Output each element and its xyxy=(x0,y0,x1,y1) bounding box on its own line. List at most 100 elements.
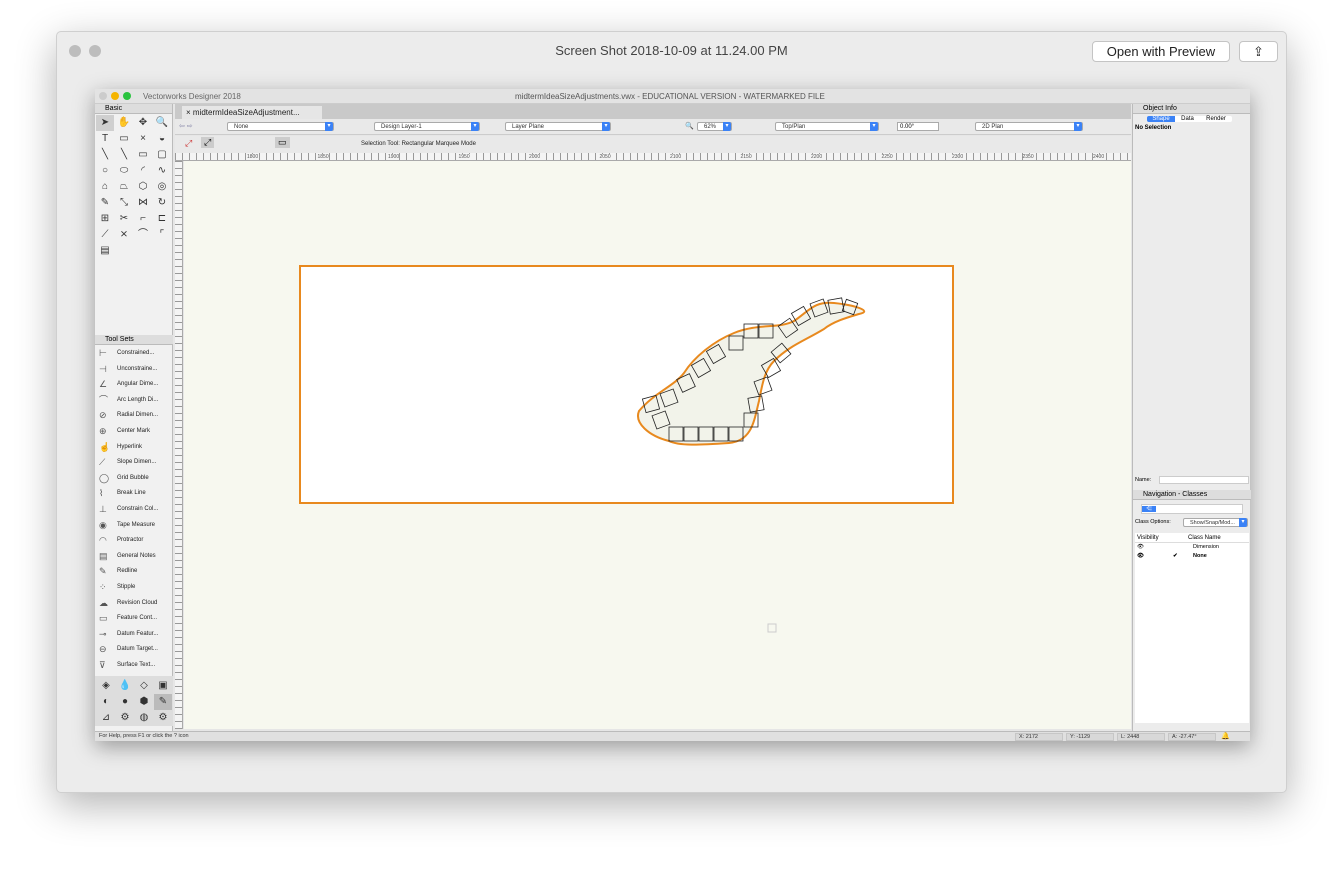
dims-notes-icon[interactable]: ✎ xyxy=(154,694,172,710)
mode-icon[interactable]: ⤢ xyxy=(185,138,192,149)
tool-set-item[interactable]: ⊘ Radial Dimen... xyxy=(95,408,167,424)
detailing-icon[interactable]: ⬢ xyxy=(135,694,153,710)
tool-set-item[interactable]: ☁ Revision Cloud xyxy=(95,596,167,612)
symbol-tool-icon[interactable]: ◒ xyxy=(153,131,171,147)
navigation-header: Navigation - Classes xyxy=(1133,490,1251,500)
split-tool-icon[interactable]: ✂ xyxy=(115,211,133,227)
name-input[interactable] xyxy=(1159,476,1249,484)
tool-set-item[interactable]: ⌒ Arc Length Di... xyxy=(95,393,167,409)
connect-tool-icon[interactable]: ⌜ xyxy=(153,227,171,243)
minimize-button[interactable] xyxy=(111,92,119,100)
flyover-tool-icon[interactable]: ✥ xyxy=(134,115,152,131)
locus-tool-icon[interactable]: × xyxy=(134,131,152,147)
rotate-tool-icon[interactable]: ↻ xyxy=(153,195,171,211)
plane-dropdown[interactable]: Layer Plane xyxy=(505,122,611,131)
zoom-tool-icon[interactable]: 🔍 xyxy=(153,115,171,131)
table-row[interactable]: 👁 ✔ None xyxy=(1135,552,1249,561)
ruler-label: 2350 xyxy=(1022,154,1034,160)
tab-data[interactable]: Data xyxy=(1175,116,1200,122)
trim-tool-icon[interactable]: ⨯ xyxy=(115,227,133,243)
landscape-icon[interactable]: 💧 xyxy=(116,678,134,694)
polyline-tool-icon[interactable]: ⌂ xyxy=(96,179,114,195)
3d-modeling-icon[interactable]: ⊿ xyxy=(97,710,115,726)
arc-tool-icon[interactable]: ◜ xyxy=(134,163,152,179)
document-tab[interactable]: × midtermIdeaSizeAdjustment... xyxy=(182,106,322,119)
circle-tool-icon[interactable]: ○ xyxy=(96,163,114,179)
polygon-tool-icon[interactable]: ⏢ xyxy=(115,179,133,195)
double-line-tool-icon[interactable]: ╲ xyxy=(115,147,133,163)
tool-set-item[interactable]: ⊖ Datum Target... xyxy=(95,642,167,658)
selection-tool-icon[interactable]: ➤ xyxy=(96,115,114,131)
column-class-name[interactable]: Class Name xyxy=(1188,533,1221,542)
machine-design-icon[interactable]: ⚙ xyxy=(116,710,134,726)
tab-shape[interactable]: Shape xyxy=(1147,116,1175,122)
tool-set-item[interactable]: ✎ Redline xyxy=(95,564,167,580)
table-row[interactable]: 👁 Dimension xyxy=(1135,543,1249,552)
viewport-tool-icon[interactable]: ▤ xyxy=(96,243,114,259)
tool-set-item[interactable]: ⟋ Slope Dimen... xyxy=(95,455,167,471)
tool-set-item[interactable]: ⊕ Center Mark xyxy=(95,424,167,440)
eyedropper-tool-icon[interactable]: ✎ xyxy=(96,195,114,211)
surface-text-icon: ⊽ xyxy=(99,659,106,670)
rect-marquee-icon[interactable]: ▭ xyxy=(275,137,290,148)
mode-icon[interactable]: ⤢ xyxy=(201,137,215,148)
furnishing-icon[interactable]: ▣ xyxy=(154,678,172,694)
pan-tool-icon[interactable]: ✋ xyxy=(115,115,133,131)
clip-tool-icon[interactable]: ⊏ xyxy=(153,211,171,227)
tool-set-item[interactable]: ∠ Angular Dime... xyxy=(95,377,167,393)
oval-tool-icon[interactable]: ⬭ xyxy=(115,163,133,179)
gear-icon[interactable]: ⚙ xyxy=(154,710,172,726)
tool-set-item[interactable]: ◉ Tape Measure xyxy=(95,518,167,534)
share-button[interactable]: ⇪ xyxy=(1239,41,1278,62)
rotation-field[interactable]: 0.00° xyxy=(897,122,939,131)
tool-set-item[interactable]: ⊢ Constrained... xyxy=(95,346,167,362)
ruler-label: 1850 xyxy=(317,154,329,160)
tool-set-item[interactable]: ⊥ Constrain Col... xyxy=(95,502,167,518)
regular-polygon-icon[interactable]: ⬡ xyxy=(134,179,152,195)
class-options-dropdown[interactable]: Show/Snap/Mod... xyxy=(1183,518,1248,527)
tool-set-item[interactable]: ⊸ Datum Featur... xyxy=(95,627,167,643)
layer-dropdown[interactable]: Design Layer-1 xyxy=(374,122,480,131)
tool-set-item[interactable]: ⊽ Surface Text... xyxy=(95,658,167,674)
attribute-mapping-icon[interactable]: ⤡ xyxy=(115,195,133,211)
back-icon[interactable]: ⇦ ⇨ xyxy=(179,122,193,130)
view-dropdown[interactable]: Top/Plan xyxy=(775,122,879,131)
zoom-dropdown[interactable]: 62% xyxy=(697,122,732,131)
rectangle-tool-icon[interactable]: ▭ xyxy=(134,147,152,163)
callout-tool-icon[interactable]: ▭ xyxy=(115,131,133,147)
tab-render[interactable]: Render xyxy=(1200,116,1232,122)
column-visibility[interactable]: Visibility xyxy=(1135,533,1188,542)
zoom-button[interactable] xyxy=(123,92,131,100)
open-with-preview-button[interactable]: Open with Preview xyxy=(1092,41,1230,62)
classes-icon[interactable]: ⋲ xyxy=(1142,506,1156,512)
tool-set-item[interactable]: ▭ Feature Cont... xyxy=(95,611,167,627)
ruler-label: 2000 xyxy=(529,154,541,160)
spiral-tool-icon[interactable]: ◎ xyxy=(153,179,171,195)
offset-tool-icon[interactable]: ⊞ xyxy=(96,211,114,227)
class-dropdown[interactable]: None xyxy=(227,122,334,131)
building-shell-icon[interactable]: ◇ xyxy=(135,678,153,694)
rounded-rect-tool-icon[interactable]: ▢ xyxy=(153,147,171,163)
site-planning-icon[interactable]: ◈ xyxy=(97,678,115,694)
view-bar: ⇦ ⇨ None Design Layer-1 Layer Plane 🔍 62… xyxy=(175,119,1131,135)
drawing-canvas[interactable] xyxy=(184,161,1131,729)
alert-icon[interactable]: 🔔 xyxy=(1221,732,1230,740)
chamfer-tool-icon[interactable]: ⌒ xyxy=(134,227,152,243)
mirror-tool-icon[interactable]: ⋈ xyxy=(134,195,152,211)
tool-set-item[interactable]: ▤ General Notes xyxy=(95,549,167,565)
tool-set-item[interactable]: ⊣ Unconstraine... xyxy=(95,362,167,378)
visualization-icon[interactable]: ◐ xyxy=(97,694,115,710)
line-tool-icon[interactable]: ╲ xyxy=(96,147,114,163)
text-tool-icon[interactable]: T xyxy=(96,131,114,147)
tool-set-item[interactable]: ☝ Hyperlink xyxy=(95,440,167,456)
reshape-tool-icon[interactable]: ⟋ xyxy=(96,227,114,243)
tool-set-item[interactable]: ⌇ Break Line xyxy=(95,486,167,502)
freehand-tool-icon[interactable]: ∿ xyxy=(153,163,171,179)
tool-set-item[interactable]: ⁘ Stipple xyxy=(95,580,167,596)
lighting-icon[interactable]: ● xyxy=(116,694,134,710)
fasteners-icon[interactable]: ◍ xyxy=(135,710,153,726)
render-dropdown[interactable]: 2D Plan xyxy=(975,122,1083,131)
fillet-tool-icon[interactable]: ⌐ xyxy=(134,211,152,227)
tool-set-item[interactable]: ◠ Protractor xyxy=(95,533,167,549)
tool-set-item[interactable]: ◯ Grid Bubble xyxy=(95,471,167,487)
